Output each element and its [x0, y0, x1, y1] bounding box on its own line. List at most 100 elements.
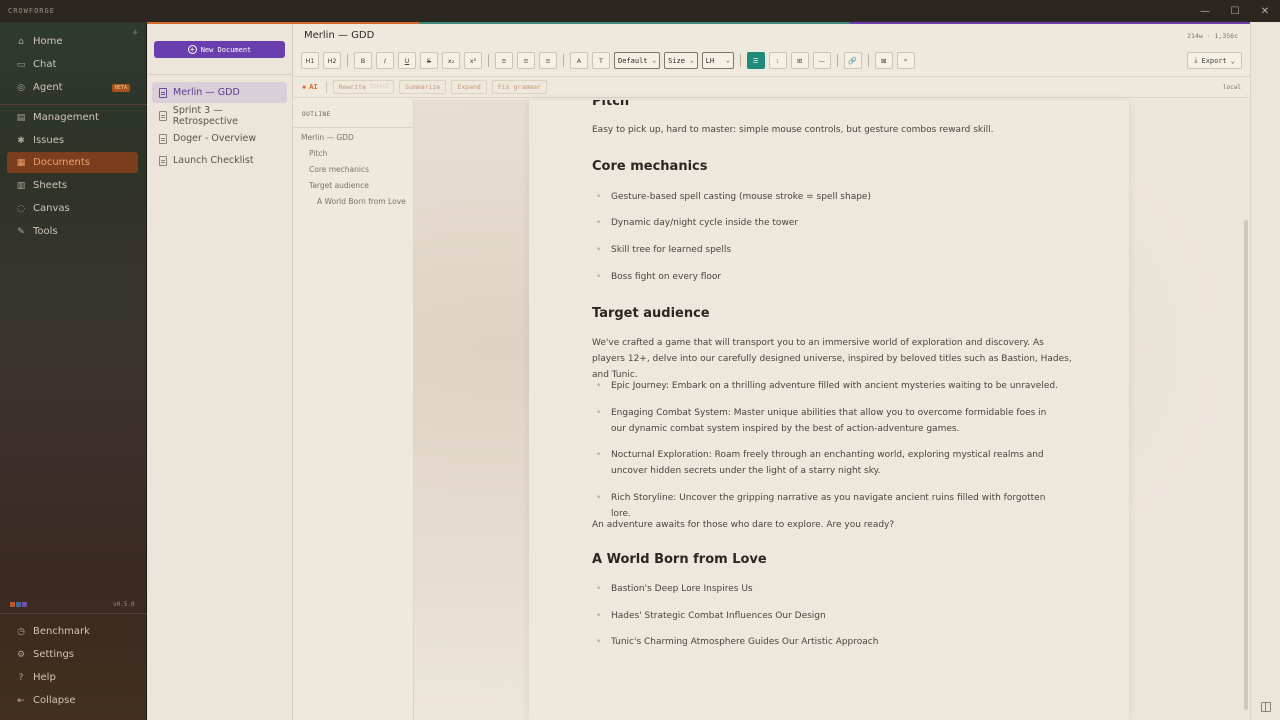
- nav-item-issues[interactable]: ✱ Issues: [7, 130, 138, 151]
- nav-item-label: Documents: [33, 157, 91, 168]
- summarize-button[interactable]: Summarize: [399, 80, 447, 94]
- list-item: Gesture-based spell casting (mouse strok…: [596, 189, 1061, 205]
- text-style-button[interactable]: T: [592, 52, 610, 69]
- nav-item-label: Settings: [33, 649, 75, 660]
- bullet-list-button[interactable]: ☰: [746, 52, 765, 69]
- table-button[interactable]: ⊞: [790, 52, 809, 69]
- heading-pitch: Pitch: [592, 100, 630, 109]
- heading1-button[interactable]: H1: [301, 52, 319, 69]
- link-icon[interactable]: 🔗: [843, 52, 862, 69]
- nav-item-canvas[interactable]: ◌ Canvas: [7, 198, 138, 219]
- nav-item-sheets[interactable]: ▥ Sheets: [7, 175, 138, 196]
- maximize-icon[interactable]: ☐: [1220, 0, 1250, 22]
- home-icon: ⌂: [18, 36, 24, 47]
- search-icon[interactable]: ⌕: [896, 52, 915, 69]
- export-label: Export: [1201, 56, 1227, 65]
- nav-item-management[interactable]: ▤ Management: [7, 107, 138, 128]
- divider: [739, 54, 741, 67]
- nav-item-documents[interactable]: ▦ Documents: [7, 152, 138, 173]
- swatch[interactable]: [16, 602, 21, 607]
- nav-item-tools[interactable]: ✎ Tools: [7, 221, 138, 242]
- nav-item-label: Collapse: [33, 695, 76, 706]
- nav-item-collapse[interactable]: ⇤ Collapse: [7, 690, 138, 711]
- align-left-button[interactable]: ≡: [495, 52, 513, 69]
- align-right-button[interactable]: ≡: [539, 52, 557, 69]
- outline-item[interactable]: Merlin — GDD: [301, 133, 354, 142]
- fix-grammar-button[interactable]: Fix grammar: [491, 80, 547, 94]
- doc-item-label: Sprint 3 — Retrospective: [172, 104, 238, 127]
- nav-item-agent[interactable]: ◎ Agent BETA: [7, 77, 138, 98]
- divider: [293, 127, 414, 128]
- strikethrough-button[interactable]: S: [420, 52, 438, 69]
- list-item: Hades' Strategic Combat Influences Our D…: [596, 608, 1061, 624]
- close-icon[interactable]: ✕: [1250, 0, 1280, 22]
- doc-item[interactable]: Launch Checklist: [152, 150, 287, 171]
- rewrite-button[interactable]: Rewrite Ctrl+J: [332, 80, 395, 94]
- divider: [0, 613, 147, 614]
- outline-item[interactable]: Target audience: [309, 181, 369, 190]
- divider: [563, 54, 564, 67]
- divider: [867, 54, 869, 67]
- expand-button[interactable]: Expand: [451, 80, 487, 94]
- nav-item-home[interactable]: ⌂ Home: [7, 31, 138, 52]
- export-button[interactable]: ⤓ Export ⌄: [1187, 52, 1242, 69]
- outline-item[interactable]: Core mechanics: [309, 165, 369, 174]
- size-select[interactable]: Size ⌄: [664, 52, 698, 69]
- line-height-select[interactable]: LH ⌄: [701, 52, 734, 69]
- outline-item[interactable]: Pitch: [309, 149, 327, 158]
- text-color-button[interactable]: A: [570, 52, 588, 69]
- doc-item[interactable]: Doger - Overview: [152, 128, 287, 149]
- nav-item-chat[interactable]: ▭ Chat: [7, 54, 138, 75]
- swatch[interactable]: [22, 602, 27, 607]
- font-select[interactable]: Default ⌄: [614, 52, 661, 69]
- outline-item[interactable]: A World Born from Love: [317, 197, 406, 206]
- canvas-icon: ◌: [17, 203, 25, 214]
- nav-item-benchmark[interactable]: ◷ Benchmark: [7, 621, 138, 642]
- document-title: Merlin — GDD: [304, 30, 375, 41]
- nav-item-settings[interactable]: ⚙ Settings: [7, 644, 138, 665]
- nav-item-label: Tools: [33, 226, 58, 237]
- horizontal-rule-button[interactable]: —: [812, 52, 831, 69]
- doc-item[interactable]: Sprint 3 — Retrospective: [152, 104, 287, 127]
- list-item: Boss fight on every floor: [596, 269, 1061, 285]
- nav-item-help[interactable]: ? Help: [7, 667, 138, 688]
- numbered-list-button[interactable]: ⁝: [768, 52, 787, 69]
- beta-badge: BETA: [111, 83, 130, 92]
- scrollbar-thumb[interactable]: [1244, 220, 1248, 710]
- nav-item-label: Home: [33, 36, 63, 47]
- heading2-button[interactable]: H2: [323, 52, 341, 69]
- main-nav: ✦ ⌂ Home ▭ Chat ◎ Agent BETA ▤ Managemen…: [0, 22, 147, 720]
- editor-header: Merlin — GDD 214w · 1,356c H1 H2 B I U S…: [293, 22, 1250, 100]
- superscript-button[interactable]: x²: [464, 52, 482, 69]
- bold-button[interactable]: B: [354, 52, 372, 69]
- download-icon: ⤓: [1194, 56, 1198, 64]
- paragraph: An adventure awaits for those who dare t…: [592, 520, 895, 530]
- minimize-icon[interactable]: —: [1190, 0, 1220, 22]
- window-controls: — ☐ ✕: [1190, 0, 1280, 22]
- underline-button[interactable]: U: [398, 52, 416, 69]
- documents-panel: + New Document Merlin — GDD Sprint 3 — R…: [147, 22, 293, 720]
- ai-label-text: AI: [309, 83, 318, 91]
- divider: [347, 54, 348, 67]
- divider: [147, 74, 293, 75]
- list-item: Nocturnal Exploration: Roam freely throu…: [596, 447, 1061, 479]
- italic-button[interactable]: I: [376, 52, 394, 69]
- tools-icon: ✎: [17, 226, 25, 237]
- doc-item[interactable]: Merlin — GDD: [152, 82, 287, 103]
- align-center-button[interactable]: ≡: [517, 52, 535, 69]
- chevron-down-icon: ⌄: [690, 57, 694, 64]
- new-document-button[interactable]: + New Document: [154, 41, 285, 58]
- doc-item-label: Launch Checklist: [173, 155, 254, 166]
- sheets-icon: ▥: [16, 180, 26, 191]
- swatch[interactable]: [10, 602, 15, 607]
- editor-scrollbar[interactable]: [1242, 100, 1250, 720]
- subscript-button[interactable]: x₂: [442, 52, 460, 69]
- issues-icon: ✱: [17, 135, 25, 146]
- nav-item-label: Canvas: [33, 203, 70, 214]
- toggle-panel-icon[interactable]: [1261, 702, 1271, 712]
- version-label: v0.5.0: [113, 601, 135, 608]
- agent-icon: ◎: [17, 82, 25, 93]
- image-icon[interactable]: ⊠: [874, 52, 893, 69]
- right-panel: [1250, 22, 1280, 720]
- document-page[interactable]: Pitch Easy to pick up, hard to master: s…: [529, 100, 1129, 720]
